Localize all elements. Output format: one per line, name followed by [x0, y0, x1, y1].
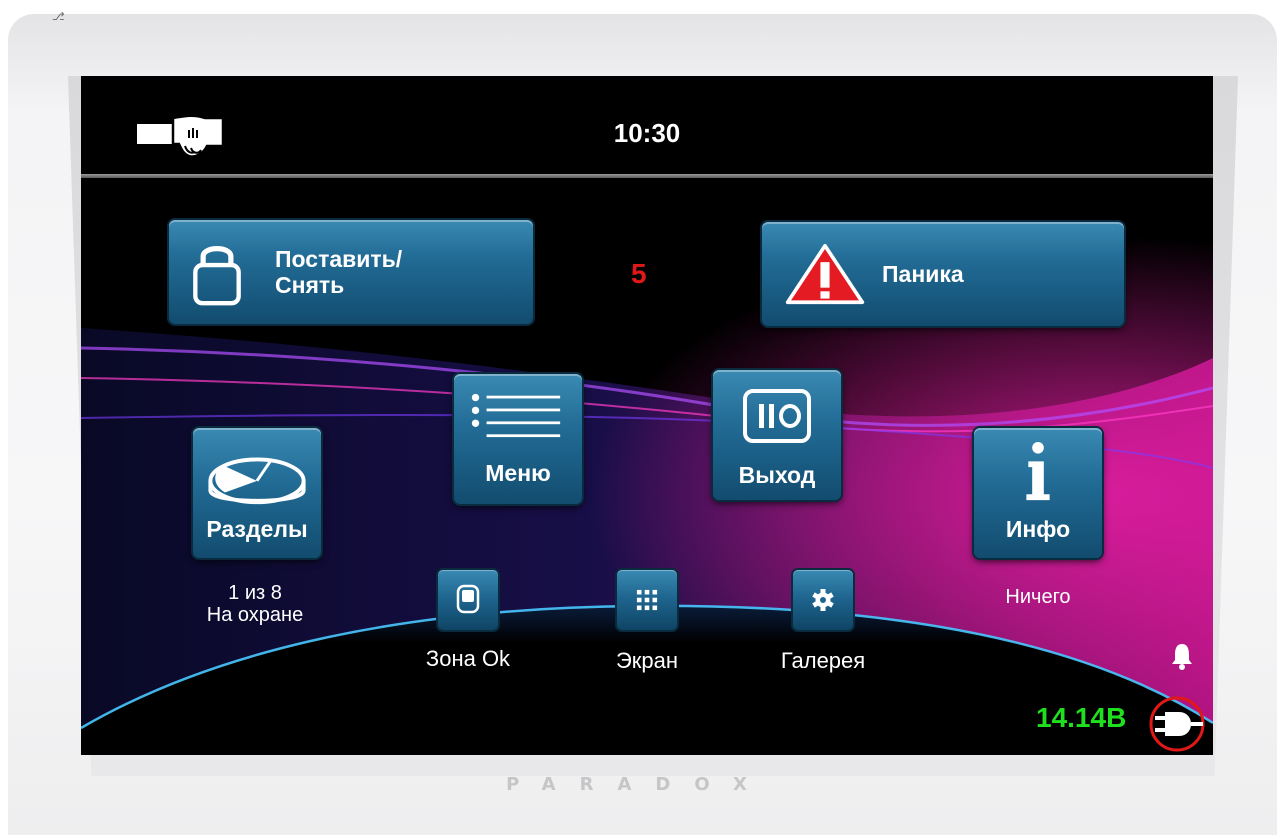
arm-disarm-button[interactable]: Поставить/ Снять: [169, 220, 533, 324]
gear-icon: [812, 589, 834, 611]
gallery-label: Галерея: [780, 648, 866, 673]
panic-label: Паника: [882, 261, 964, 287]
door-exit-icon: [743, 389, 811, 443]
info-status: Ничего: [1005, 586, 1071, 608]
screen-label: Экран: [615, 648, 679, 673]
partitions-status: 1 из 8 На охране: [206, 582, 304, 626]
clock: 10:30: [613, 118, 681, 148]
menu-label: Меню: [485, 460, 551, 486]
alarm-count: 5: [631, 258, 647, 289]
info-button[interactable]: Инфо: [974, 428, 1102, 558]
pie-chart-icon: [208, 457, 306, 505]
info-icon: [1026, 441, 1050, 501]
menu-button[interactable]: Меню: [454, 374, 582, 504]
ac-power-plug-icon: [1149, 696, 1205, 752]
bell-icon[interactable]: [1170, 642, 1194, 670]
keypad-screen: 10:30 Поставить/ Снять 5 Паника Разделы: [81, 76, 1213, 755]
zone-status-button[interactable]: [438, 570, 498, 630]
brand-logo: PARADOX: [506, 774, 771, 795]
list-icon: [471, 393, 561, 438]
panic-button[interactable]: Паника: [762, 222, 1124, 326]
info-label: Инфо: [1005, 516, 1071, 542]
partitions-button[interactable]: Разделы: [193, 428, 321, 558]
zone-status-label: Зона Ok: [425, 646, 511, 671]
partitions-label: Разделы: [206, 516, 308, 542]
exit-button[interactable]: Выход: [713, 370, 841, 500]
grid-icon: [636, 589, 658, 611]
screen-button[interactable]: [617, 570, 677, 630]
exit-label: Выход: [738, 462, 816, 488]
top-status-bar: 10:30: [81, 76, 1213, 174]
sensor-icon: [456, 584, 480, 614]
warning-triangle-icon: [785, 243, 865, 305]
window-corner-icon: ⎇: [52, 10, 65, 23]
arm-disarm-label: Поставить/ Снять: [275, 246, 403, 298]
top-divider: [81, 174, 1213, 178]
voltage-readout: 14.14В: [1036, 702, 1127, 733]
gallery-button[interactable]: [793, 570, 853, 630]
padlock-icon: [193, 246, 241, 306]
